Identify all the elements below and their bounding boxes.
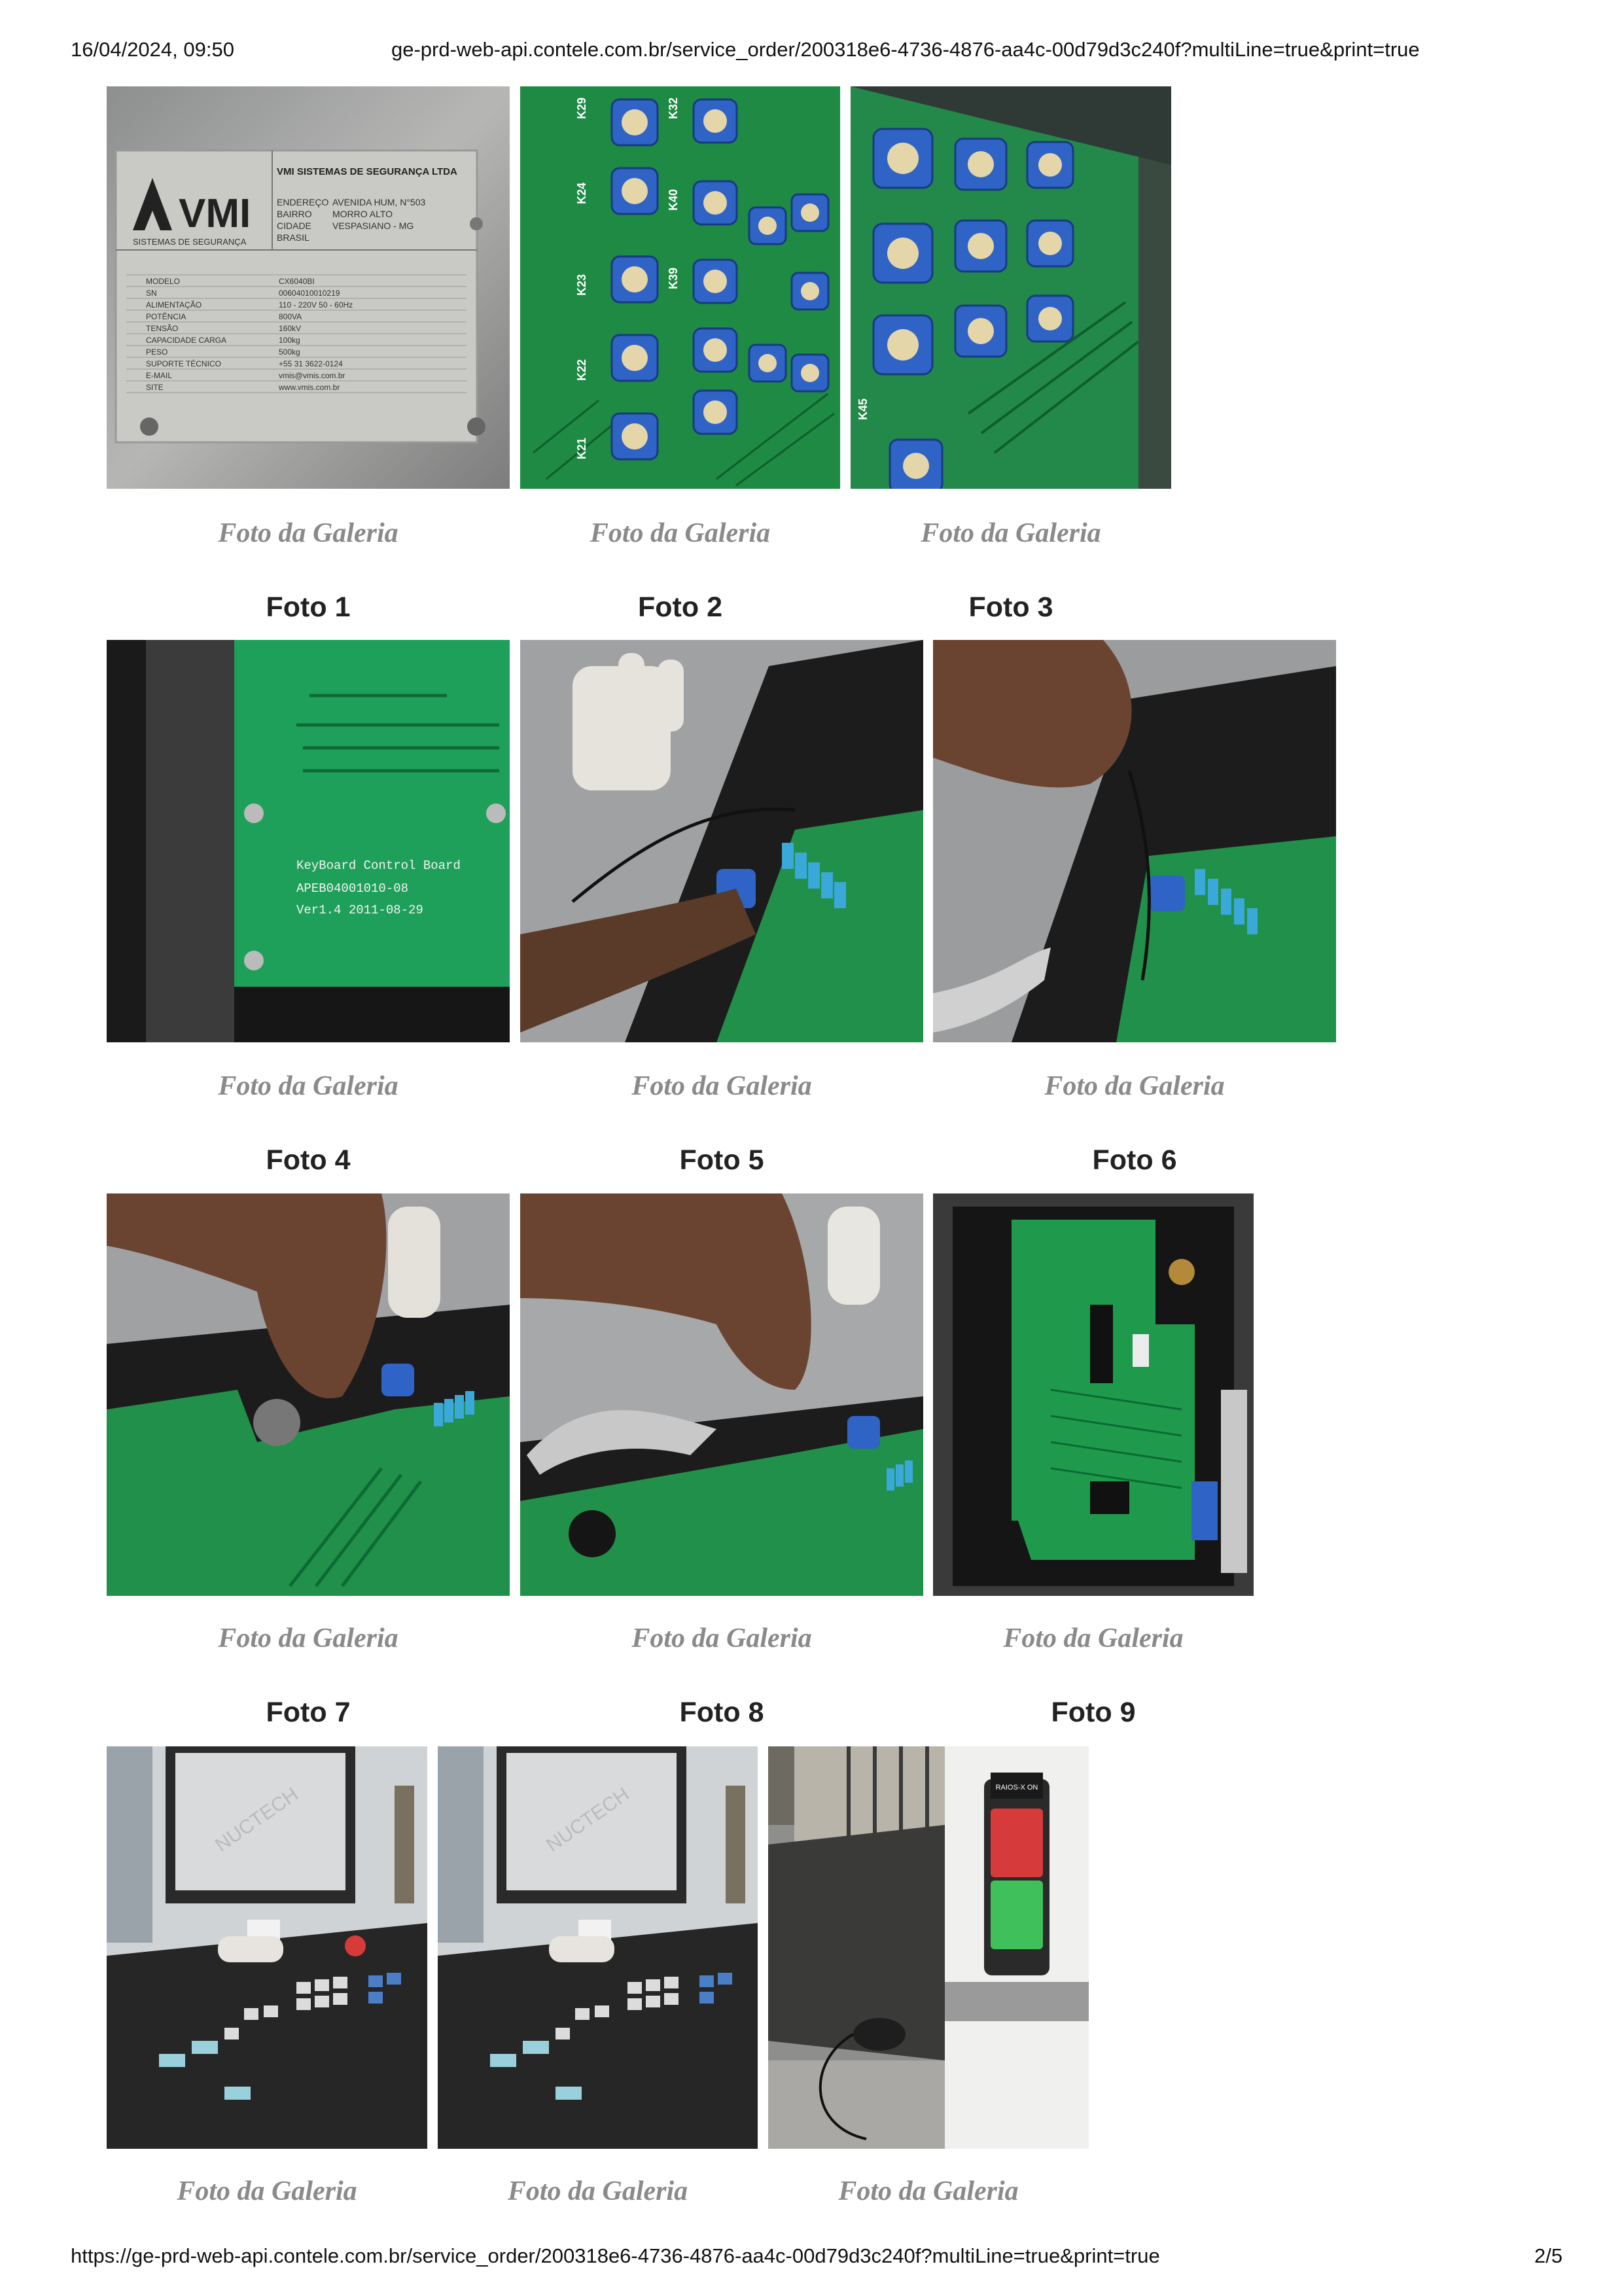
photo-caption: Foto da Galeria xyxy=(177,2176,357,2206)
svg-text:MORRO ALTO: MORRO ALTO xyxy=(332,209,393,219)
photo-caption: Foto da Galeria xyxy=(590,518,771,548)
photo-caption: Foto da Galeria xyxy=(921,518,1101,548)
print-url: ge-prd-web-api.contele.com.br/service_or… xyxy=(391,38,1420,61)
svg-text:00604010010219: 00604010010219 xyxy=(279,289,340,298)
board-title: KeyBoard Control Board xyxy=(296,858,461,873)
svg-text:VESPASIANO - MG: VESPASIANO - MG xyxy=(332,221,414,231)
svg-text:K40: K40 xyxy=(667,189,680,211)
svg-text:SITE: SITE xyxy=(146,383,164,392)
svg-text:K21: K21 xyxy=(575,438,588,459)
gallery-photo-wiring-4[interactable] xyxy=(520,1193,923,1596)
svg-text:CIDADE: CIDADE xyxy=(277,221,311,231)
photo-label: Foto 8 xyxy=(679,1697,764,1728)
photo-caption: Foto da Galeria xyxy=(218,518,398,548)
svg-text:K24: K24 xyxy=(575,183,588,204)
svg-text:CAPACIDADE CARGA: CAPACIDADE CARGA xyxy=(146,336,226,345)
gallery-photo-wiring-2[interactable] xyxy=(933,640,1336,1042)
svg-text:ENDEREÇO: ENDEREÇO xyxy=(277,197,328,207)
gallery-photo-operator-console-2[interactable]: NUCTECH xyxy=(438,1746,758,2149)
photo-label: Foto 6 xyxy=(1092,1144,1177,1176)
gallery-photo-operator-console-1[interactable]: NUCTECH xyxy=(107,1746,427,2149)
svg-text:MODELO: MODELO xyxy=(146,277,180,286)
svg-text:+55 31 3622-0124: +55 31 3622-0124 xyxy=(279,359,343,368)
plate-logo: VMI xyxy=(179,191,251,236)
gallery-photo-keypad-board-2[interactable]: K45 xyxy=(851,86,1171,489)
svg-text:500kg: 500kg xyxy=(279,347,300,357)
photo-caption: Foto da Galeria xyxy=(218,1071,398,1101)
photo-caption: Foto da Galeria xyxy=(1044,1071,1225,1101)
gallery-photo-equipment-plate[interactable]: VMI SISTEMAS DE SEGURANÇA VMI SISTEMAS D… xyxy=(107,86,510,489)
photo-label: Foto 1 xyxy=(266,592,351,623)
svg-text:K22: K22 xyxy=(575,359,588,381)
gallery-photo-wiring-3[interactable] xyxy=(107,1193,510,1596)
photo-caption: Foto da Galeria xyxy=(838,2176,1019,2206)
photo-caption: Foto da Galeria xyxy=(507,2176,688,2206)
svg-text:APEB04001010-08: APEB04001010-08 xyxy=(296,881,408,896)
svg-text:CX6040BI: CX6040BI xyxy=(279,277,315,286)
photo-caption: Foto da Galeria xyxy=(218,1623,398,1653)
xray-sign-label: RAIOS-X ON xyxy=(996,1784,1038,1792)
svg-text:AVENIDA HUM, N°503: AVENIDA HUM, N°503 xyxy=(332,197,425,207)
plate-tagline: SISTEMAS DE SEGURANÇA xyxy=(133,237,247,247)
footer-url: https://ge-prd-web-api.contele.com.br/se… xyxy=(71,2244,1160,2267)
photo-label: Foto 7 xyxy=(266,1697,351,1728)
svg-text:PESO: PESO xyxy=(146,347,167,357)
photo-label: Foto 3 xyxy=(968,592,1053,623)
gallery-photo-xray-indicator[interactable]: RAIOS-X ON xyxy=(768,1746,1089,2149)
print-datetime: 16/04/2024, 09:50 xyxy=(71,38,234,61)
photo-label: Foto 9 xyxy=(1051,1697,1136,1728)
svg-text:K45: K45 xyxy=(856,398,870,420)
gallery-photo-wiring-1[interactable] xyxy=(520,640,923,1042)
photo-caption: Foto da Galeria xyxy=(631,1623,812,1653)
svg-text:BAIRRO: BAIRRO xyxy=(277,209,312,219)
svg-text:K39: K39 xyxy=(667,268,680,289)
photo-label: Foto 2 xyxy=(638,592,722,623)
svg-text:K23: K23 xyxy=(575,274,588,296)
gallery-photo-keypad-board-1[interactable]: K29 K32 K24 K40 K23 K39 K22 K21 xyxy=(520,86,840,489)
gallery-photo-control-board[interactable]: KeyBoard Control Board APEB04001010-08 V… xyxy=(107,640,510,1042)
svg-text:www.vmis.com.br: www.vmis.com.br xyxy=(278,383,340,392)
svg-text:vmis@vmis.com.br: vmis@vmis.com.br xyxy=(279,371,345,380)
svg-text:ALIMENTAÇÃO: ALIMENTAÇÃO xyxy=(146,300,202,309)
svg-text:K29: K29 xyxy=(575,97,588,119)
gallery-photo-full-board[interactable] xyxy=(933,1193,1254,1596)
plate-company: VMI SISTEMAS DE SEGURANÇA LTDA xyxy=(277,166,457,177)
svg-text:BRASIL: BRASIL xyxy=(277,232,309,243)
svg-text:E-MAIL: E-MAIL xyxy=(146,371,172,380)
photo-caption: Foto da Galeria xyxy=(631,1071,812,1101)
photo-caption: Foto da Galeria xyxy=(1003,1623,1184,1653)
svg-text:K32: K32 xyxy=(667,97,680,119)
svg-text:100kg: 100kg xyxy=(279,336,300,345)
svg-text:800VA: 800VA xyxy=(279,312,302,321)
svg-text:POTÊNCIA: POTÊNCIA xyxy=(146,311,186,321)
svg-text:160kV: 160kV xyxy=(279,324,301,333)
svg-text:TENSÃO: TENSÃO xyxy=(146,324,178,333)
photo-label: Foto 4 xyxy=(266,1144,351,1176)
svg-text:SN: SN xyxy=(146,289,157,298)
page-number: 2/5 xyxy=(1534,2244,1563,2267)
svg-text:110 - 220V 50 - 60Hz: 110 - 220V 50 - 60Hz xyxy=(279,300,353,309)
photo-label: Foto 5 xyxy=(679,1144,764,1176)
svg-text:SUPORTE TÉCNICO: SUPORTE TÉCNICO xyxy=(146,359,221,368)
svg-text:Ver1.4 2011-08-29: Ver1.4 2011-08-29 xyxy=(296,903,423,917)
